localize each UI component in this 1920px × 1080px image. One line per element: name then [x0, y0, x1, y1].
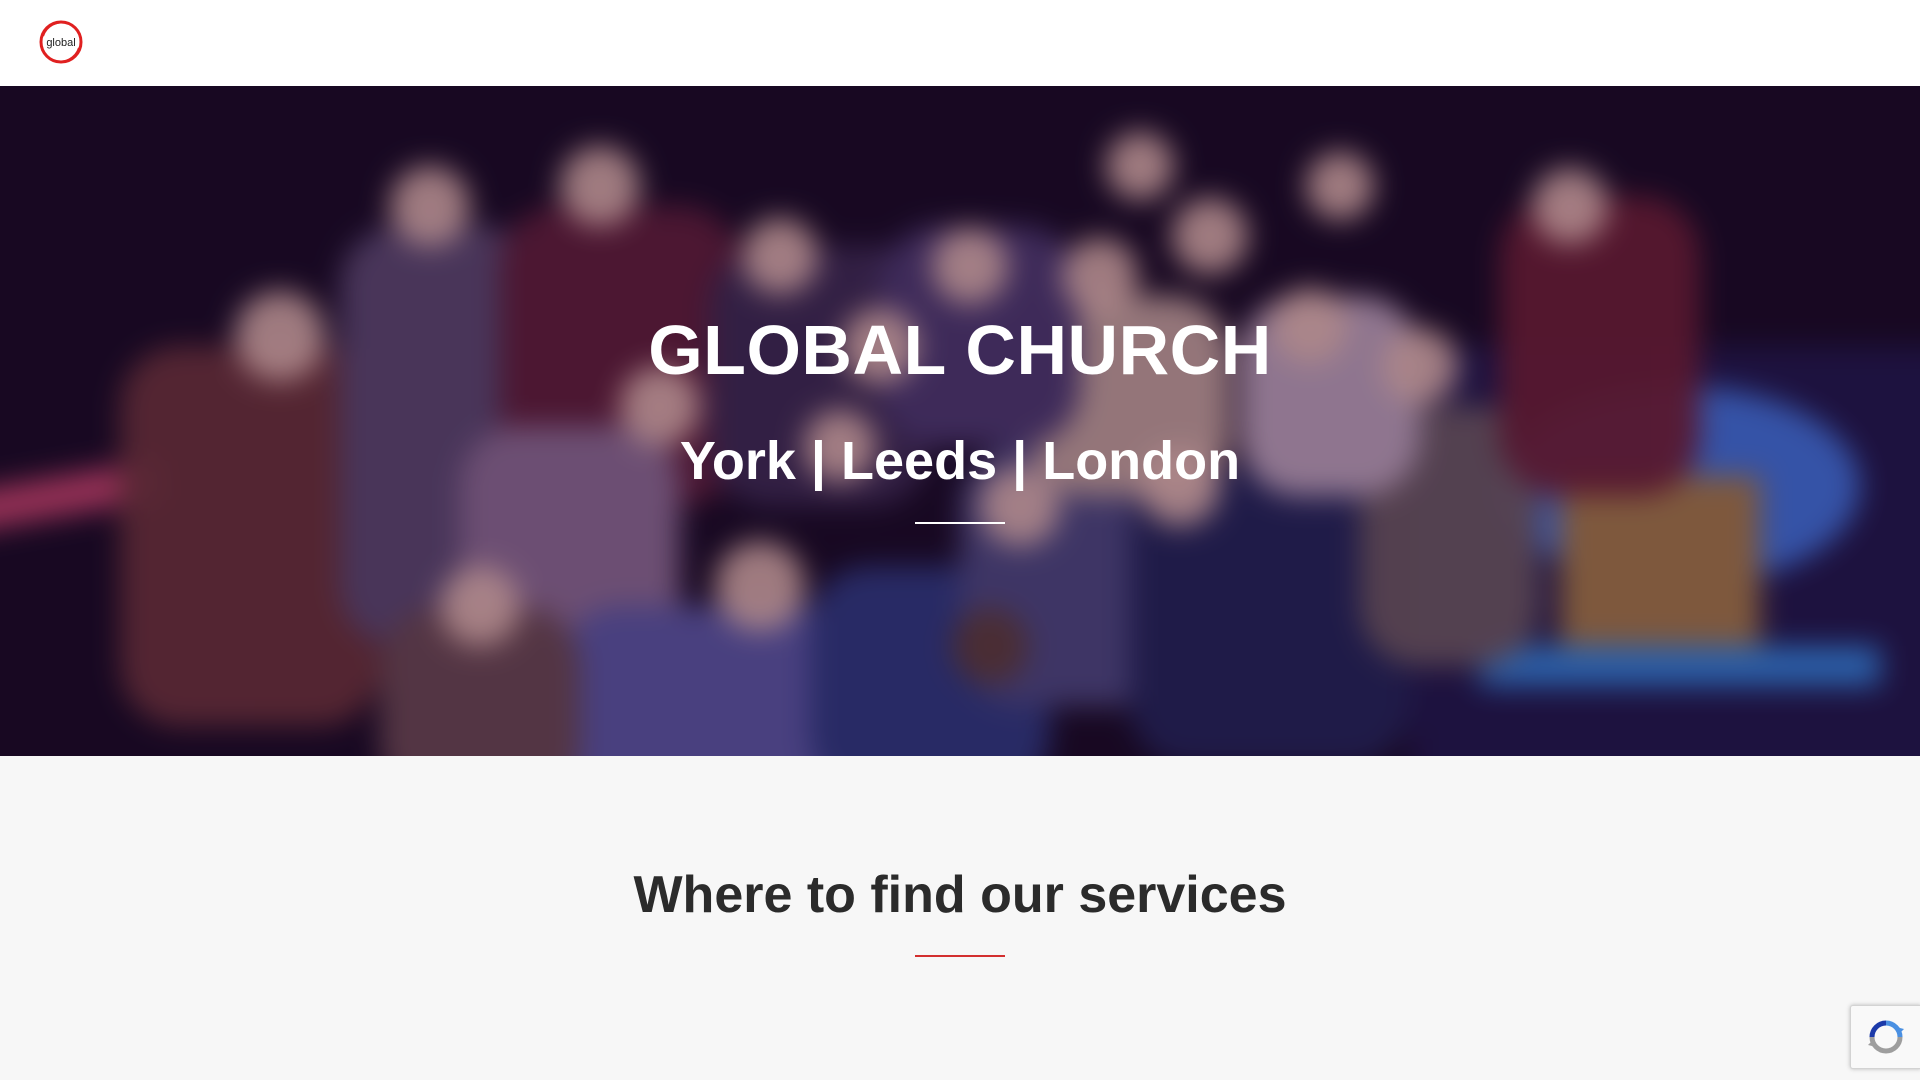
- hero-section: GLOBAL CHURCH York | Leeds | London: [0, 86, 1920, 756]
- services-divider: [915, 955, 1005, 957]
- services-title: Where to find our services: [633, 866, 1287, 924]
- logo-link[interactable]: global: [37, 18, 85, 66]
- site-header: global: [0, 0, 1920, 86]
- hero-divider: [915, 522, 1005, 524]
- recaptcha-icon: [1868, 1020, 1904, 1054]
- recaptcha-badge[interactable]: [1850, 1005, 1920, 1069]
- services-section: Where to find our services: [0, 756, 1920, 1080]
- hero-title: GLOBAL CHURCH: [648, 311, 1272, 389]
- global-logo-icon: global: [39, 20, 83, 64]
- logo-text: global: [46, 37, 75, 49]
- hero-subtitle: York | Leeds | London: [679, 431, 1241, 491]
- hero-overlay: [0, 86, 1920, 756]
